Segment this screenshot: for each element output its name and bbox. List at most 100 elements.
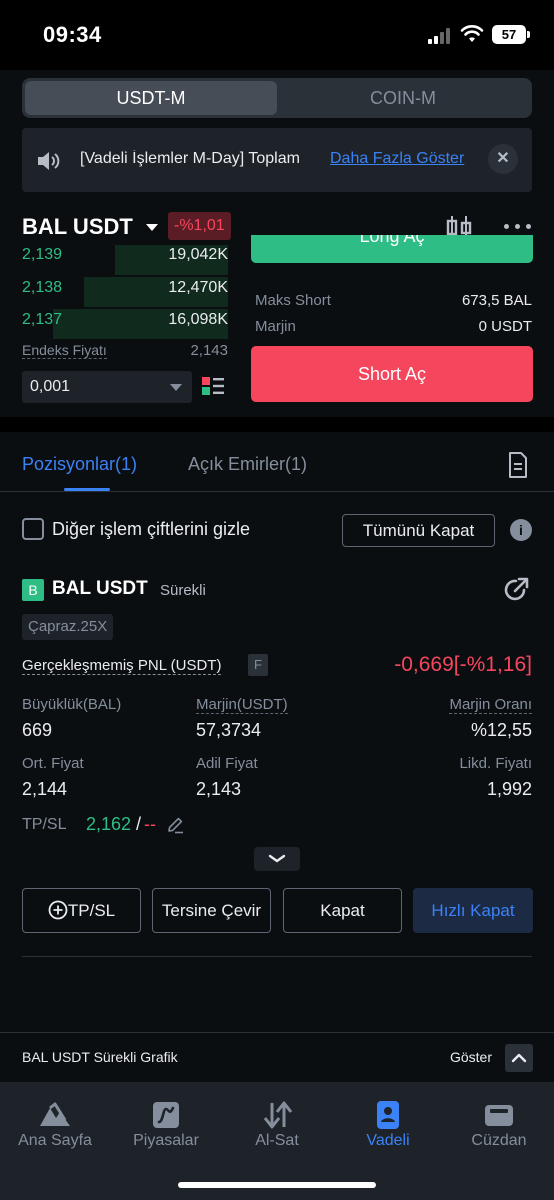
announcement-more-link[interactable]: Daha Fazla Göster (330, 150, 464, 168)
price-change-badge: -%1,01 (168, 212, 231, 240)
orderbook-layout-icon[interactable] (202, 377, 224, 395)
open-long-label: Long Aç (359, 235, 425, 246)
home-icon (40, 1102, 70, 1126)
home-indicator (178, 1182, 376, 1188)
hide-other-pairs-label[interactable]: Diğer işlem çiftlerini gizle (52, 519, 250, 540)
unrealized-pnl-value: -0,669[-%1,16] (394, 653, 532, 676)
nav-markets-label: Piyasalar (133, 1132, 199, 1149)
orderbook-price: 2,137 (22, 311, 63, 328)
orderbook-row[interactable]: 2,138 12,470K (22, 277, 228, 307)
entry-price-label: Ort. Fiyat (22, 755, 84, 772)
hide-other-pairs-checkbox[interactable] (22, 518, 44, 540)
plus-circle-icon (48, 900, 68, 920)
quick-close-button[interactable]: Hızlı Kapat (413, 888, 533, 933)
tpsl-separator: / (136, 814, 142, 834)
nav-home[interactable]: Ana Sayfa (0, 1100, 110, 1150)
open-short-button[interactable]: Short Aç (251, 346, 533, 402)
margin-mode-tag: Çapraz.25X (22, 614, 114, 640)
chevron-up-icon (511, 1053, 527, 1063)
pnl-badge[interactable]: F (248, 654, 268, 676)
more-options-icon[interactable] (504, 224, 532, 230)
battery-icon: 57 (492, 25, 530, 44)
announcement-text: [Vadeli İşlemler M-Day] Toplam (80, 150, 300, 167)
divider (22, 956, 532, 957)
nav-futures[interactable]: Vadeli (333, 1100, 443, 1150)
stop-loss-value: -- (144, 814, 156, 834)
chart-show-label[interactable]: Göster (450, 1049, 492, 1065)
chevron-down-icon (268, 854, 286, 863)
price-step-select[interactable]: 0,001 (22, 371, 192, 403)
tpsl-label: TP/SL (22, 816, 67, 833)
document-icon[interactable] (508, 452, 528, 478)
mark-price-value: 2,143 (196, 779, 242, 799)
caret-down-icon[interactable] (146, 224, 158, 231)
close-all-button[interactable]: Tümünü Kapat (342, 514, 495, 547)
nav-home-label: Ana Sayfa (18, 1132, 92, 1149)
nav-wallet[interactable]: Cüzdan (444, 1100, 554, 1150)
size-value: 669 (22, 720, 53, 740)
expand-details-button[interactable] (254, 847, 300, 871)
reverse-position-button[interactable]: Tersine Çevir (152, 888, 271, 933)
wallet-icon (485, 1105, 513, 1126)
max-short-value: 673,5 BAL (461, 292, 532, 309)
orderbook-amount: 12,470K (168, 279, 228, 296)
usdt-m-tab[interactable]: USDT-M (25, 81, 277, 115)
tpsl-button[interactable]: TP/SL (22, 888, 141, 933)
tab-positions[interactable]: Pozisyonlar(1) (22, 454, 137, 475)
wifi-icon (460, 25, 484, 42)
nav-wallet-label: Cüzdan (471, 1132, 527, 1149)
chart-bar: BAL USDT Sürekli Grafik Göster (0, 1032, 554, 1082)
index-price-value: 2,143 (190, 342, 228, 359)
tab-open-orders[interactable]: Açık Emirler(1) (188, 454, 307, 475)
markets-icon (153, 1102, 179, 1128)
take-profit-value: 2,162 (86, 814, 132, 834)
pair-selector[interactable]: BAL USDT (22, 214, 133, 240)
close-position-button[interactable]: Kapat (283, 888, 402, 933)
margin-ratio-value: %12,55 (470, 720, 532, 740)
max-short-label: Maks Short (255, 292, 331, 309)
futures-icon (377, 1101, 399, 1129)
nav-trade-label: Al-Sat (255, 1132, 299, 1149)
edit-icon[interactable] (166, 816, 184, 834)
liquidation-price-value: 1,992 (486, 779, 532, 799)
orderbook-price: 2,138 (22, 279, 63, 296)
status-time: 09:34 (43, 22, 102, 47)
orderbook-price: 2,139 (22, 246, 63, 263)
position-margin-value: 57,3734 (196, 720, 262, 740)
status-bar: 09:34 57 (0, 0, 554, 70)
coin-m-tab[interactable]: COIN-M (277, 81, 529, 115)
position-side-badge: B (22, 579, 44, 601)
positions-section: Pozisyonlar(1) Açık Emirler(1) Diğer işl… (0, 432, 554, 1032)
contract-type-switch: USDT-M COIN-M (22, 78, 532, 118)
divider (0, 491, 554, 492)
open-long-button[interactable]: Long Aç (251, 235, 533, 263)
mark-price-label: Adil Fiyat (196, 755, 258, 772)
unrealized-pnl-label: Gerçekleşmemiş PNL (USDT) (22, 657, 222, 675)
speaker-icon (38, 152, 60, 170)
trade-icon (263, 1101, 293, 1129)
trade-panel: 2,139 19,042K 2,138 12,470K 2,137 16,098… (0, 235, 554, 417)
margin-ratio-label: Marjin Oranı (449, 696, 532, 714)
index-price-label: Endeks Fiyatı (22, 342, 107, 359)
size-label: Büyüklük(BAL) (22, 696, 122, 713)
entry-price-value: 2,144 (22, 779, 68, 799)
nav-trade[interactable]: Al-Sat (222, 1100, 332, 1150)
nav-futures-label: Vadeli (366, 1132, 410, 1149)
liquidation-price-label: Likd. Fiyatı (459, 755, 532, 772)
position-pair: BAL USDT (52, 578, 148, 599)
price-step-value: 0,001 (30, 378, 71, 395)
nav-markets[interactable]: Piyasalar (111, 1100, 221, 1150)
futures-header: USDT-M COIN-M [Vadeli İşlemler M-Day] To… (0, 70, 554, 245)
orderbook-amount: 16,098K (168, 311, 228, 328)
orderbook-row[interactable]: 2,137 16,098K (22, 309, 228, 339)
orderbook-amount: 19,042K (168, 246, 228, 263)
info-icon[interactable]: i (510, 519, 532, 541)
tpsl-button-label: TP/SL (67, 901, 116, 920)
share-icon[interactable] (502, 576, 530, 604)
chart-toggle-button[interactable] (505, 1044, 533, 1072)
close-icon[interactable]: ✕ (488, 144, 518, 174)
margin-label: Marjin (255, 318, 296, 335)
orderbook-row[interactable]: 2,139 19,042K (22, 245, 228, 275)
chart-bar-label: BAL USDT Sürekli Grafik (22, 1049, 178, 1065)
cellular-signal-icon (428, 28, 454, 44)
